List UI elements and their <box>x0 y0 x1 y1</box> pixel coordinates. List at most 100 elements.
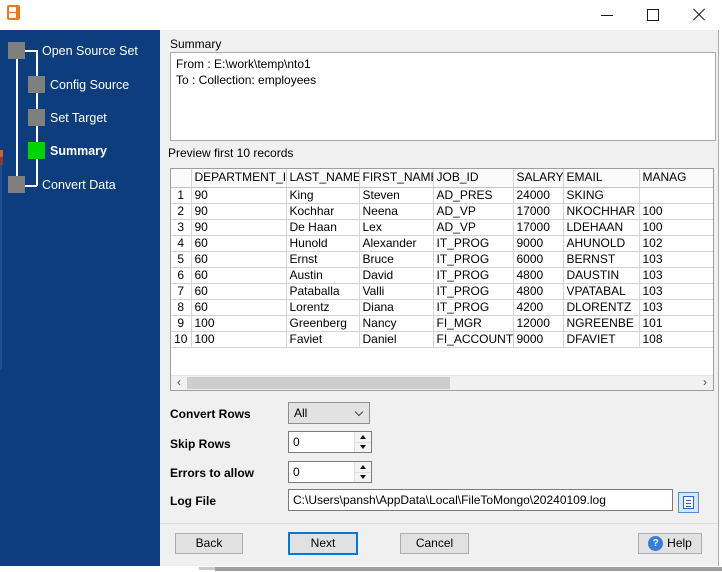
row-number-cell[interactable]: 9 <box>171 315 192 332</box>
table-cell[interactable]: 6000 <box>513 251 564 268</box>
table-cell[interactable]: Faviet <box>286 331 360 348</box>
table-cell[interactable]: 100 <box>639 219 713 236</box>
table-cell[interactable]: Alexander <box>359 235 434 252</box>
table-row[interactable]: 10 100 Faviet Daniel FI_ACCOUNT 9000 DFAVIET 10… <box>171 331 713 348</box>
table-cell[interactable]: Steven <box>359 187 434 204</box>
table-cell[interactable]: 90 <box>191 219 287 236</box>
sidebar-item-config-source[interactable]: Config Source <box>50 78 129 92</box>
close-button[interactable] <box>676 0 722 30</box>
table-cell[interactable]: 100 <box>191 331 287 348</box>
errors-to-allow-stepper[interactable]: 0 <box>288 461 372 483</box>
table-cell[interactable]: DFAVIET <box>563 331 640 348</box>
table-cell[interactable]: 60 <box>191 267 287 284</box>
table-cell[interactable]: 60 <box>191 235 287 252</box>
table-cell[interactable]: LDEHAAN <box>563 219 640 236</box>
table-cell[interactable]: Neena <box>359 203 434 220</box>
step-square-convert-data[interactable] <box>8 176 25 193</box>
table-cell[interactable]: Hunold <box>286 235 360 252</box>
table-cell[interactable]: Austin <box>286 267 360 284</box>
table-cell[interactable]: SKING <box>563 187 640 204</box>
row-number-cell[interactable]: 2 <box>171 203 192 220</box>
log-file-browse-button[interactable] <box>678 492 699 513</box>
table-cell[interactable]: IT_PROG <box>433 299 514 316</box>
table-cell[interactable]: King <box>286 187 360 204</box>
table-cell[interactable]: IT_PROG <box>433 267 514 284</box>
table-cell[interactable]: 4200 <box>513 299 564 316</box>
table-cell[interactable]: IT_PROG <box>433 251 514 268</box>
table-cell[interactable]: Lex <box>359 219 434 236</box>
sidebar-item-summary[interactable]: Summary <box>50 144 107 158</box>
table-cell[interactable]: 108 <box>639 331 713 348</box>
sidebar-item-open-source-set[interactable]: Open Source Set <box>42 44 138 58</box>
table-cell[interactable]: 103 <box>639 283 713 300</box>
table-cell[interactable]: 12000 <box>513 315 564 332</box>
table-cell[interactable]: 101 <box>639 315 713 332</box>
table-cell[interactable]: Bruce <box>359 251 434 268</box>
table-cell[interactable]: 60 <box>191 251 287 268</box>
table-cell[interactable]: 9000 <box>513 331 564 348</box>
summary-text-box[interactable]: From : E:\work\temp\nto1 To : Collection… <box>170 52 716 141</box>
table-cell[interactable]: Greenberg <box>286 315 360 332</box>
scroll-left-arrow-icon[interactable]: ‹ <box>171 376 187 390</box>
table-row[interactable]: 4 60 Hunold Alexander IT_PROG 9000 AHUNOLD 102 <box>171 235 713 252</box>
table-cell[interactable]: 60 <box>191 299 287 316</box>
sidebar-item-set-target[interactable]: Set Target <box>50 111 107 125</box>
table-cell[interactable]: NGREENBE <box>563 315 640 332</box>
skip-rows-stepper[interactable]: 0 <box>288 431 372 453</box>
table-cell[interactable]: 103 <box>639 251 713 268</box>
table-row[interactable]: 6 60 Austin David IT_PROG 4800 DAUSTIN 103 <box>171 267 713 284</box>
next-button[interactable]: Next <box>288 532 358 555</box>
table-cell[interactable]: BERNST <box>563 251 640 268</box>
table-cell[interactable]: 4800 <box>513 283 564 300</box>
row-number-cell[interactable]: 10 <box>171 331 192 348</box>
scrollbar-thumb[interactable] <box>187 377 450 389</box>
log-file-input[interactable]: C:\Users\pansh\AppData\Local\FileToMongo… <box>288 489 673 511</box>
table-row[interactable]: 2 90 Kochhar Neena AD_VP 17000 NKOCHHAR 100 <box>171 203 713 220</box>
step-square-config-source[interactable] <box>28 76 45 93</box>
table-row[interactable]: 8 60 Lorentz Diana IT_PROG 4200 DLORENTZ 103 <box>171 299 713 316</box>
minimize-button[interactable] <box>584 0 630 30</box>
table-row[interactable]: 1 90 King Steven AD_PRES 24000 SKING <box>171 187 713 204</box>
table-row[interactable]: 3 90 De Haan Lex AD_VP 17000 LDEHAAN 100 <box>171 219 713 236</box>
errors-to-allow-value[interactable]: 0 <box>289 462 354 482</box>
table-cell[interactable]: 103 <box>639 299 713 316</box>
table-cell[interactable] <box>639 187 713 204</box>
table-cell[interactable]: 60 <box>191 283 287 300</box>
table-cell[interactable]: 90 <box>191 187 287 204</box>
table-cell[interactable]: IT_PROG <box>433 235 514 252</box>
table-cell[interactable]: Lorentz <box>286 299 360 316</box>
row-number-cell[interactable]: 6 <box>171 267 192 284</box>
table-cell[interactable]: 102 <box>639 235 713 252</box>
skip-rows-value[interactable]: 0 <box>289 432 354 452</box>
step-square-summary[interactable] <box>28 142 45 159</box>
row-number-cell[interactable]: 8 <box>171 299 192 316</box>
errors-down-button[interactable] <box>355 471 371 482</box>
table-cell[interactable]: 100 <box>639 203 713 220</box>
table-cell[interactable]: Diana <box>359 299 434 316</box>
table-cell[interactable]: DAUSTIN <box>563 267 640 284</box>
table-cell[interactable]: David <box>359 267 434 284</box>
table-cell[interactable]: AD_PRES <box>433 187 514 204</box>
table-cell[interactable]: NKOCHHAR <box>563 203 640 220</box>
horizontal-scrollbar[interactable]: ‹ › <box>171 375 713 390</box>
table-cell[interactable]: 9000 <box>513 235 564 252</box>
row-number-cell[interactable]: 5 <box>171 251 192 268</box>
table-cell[interactable]: Ernst <box>286 251 360 268</box>
table-cell[interactable]: 103 <box>639 267 713 284</box>
table-cell[interactable]: De Haan <box>286 219 360 236</box>
table-cell[interactable]: 17000 <box>513 219 564 236</box>
table-cell[interactable]: FI_ACCOUNT <box>433 331 514 348</box>
table-cell[interactable]: Pataballa <box>286 283 360 300</box>
maximize-button[interactable] <box>630 0 676 30</box>
row-number-cell[interactable]: 4 <box>171 235 192 252</box>
table-cell[interactable]: 24000 <box>513 187 564 204</box>
table-cell[interactable]: DLORENTZ <box>563 299 640 316</box>
table-cell[interactable]: Daniel <box>359 331 434 348</box>
table-cell[interactable]: Nancy <box>359 315 434 332</box>
table-cell[interactable]: 100 <box>191 315 287 332</box>
table-cell[interactable]: FI_MGR <box>433 315 514 332</box>
errors-up-button[interactable] <box>355 462 371 472</box>
convert-rows-select[interactable]: All <box>288 402 370 424</box>
table-cell[interactable]: 4800 <box>513 267 564 284</box>
step-square-open-source-set[interactable] <box>8 42 25 59</box>
